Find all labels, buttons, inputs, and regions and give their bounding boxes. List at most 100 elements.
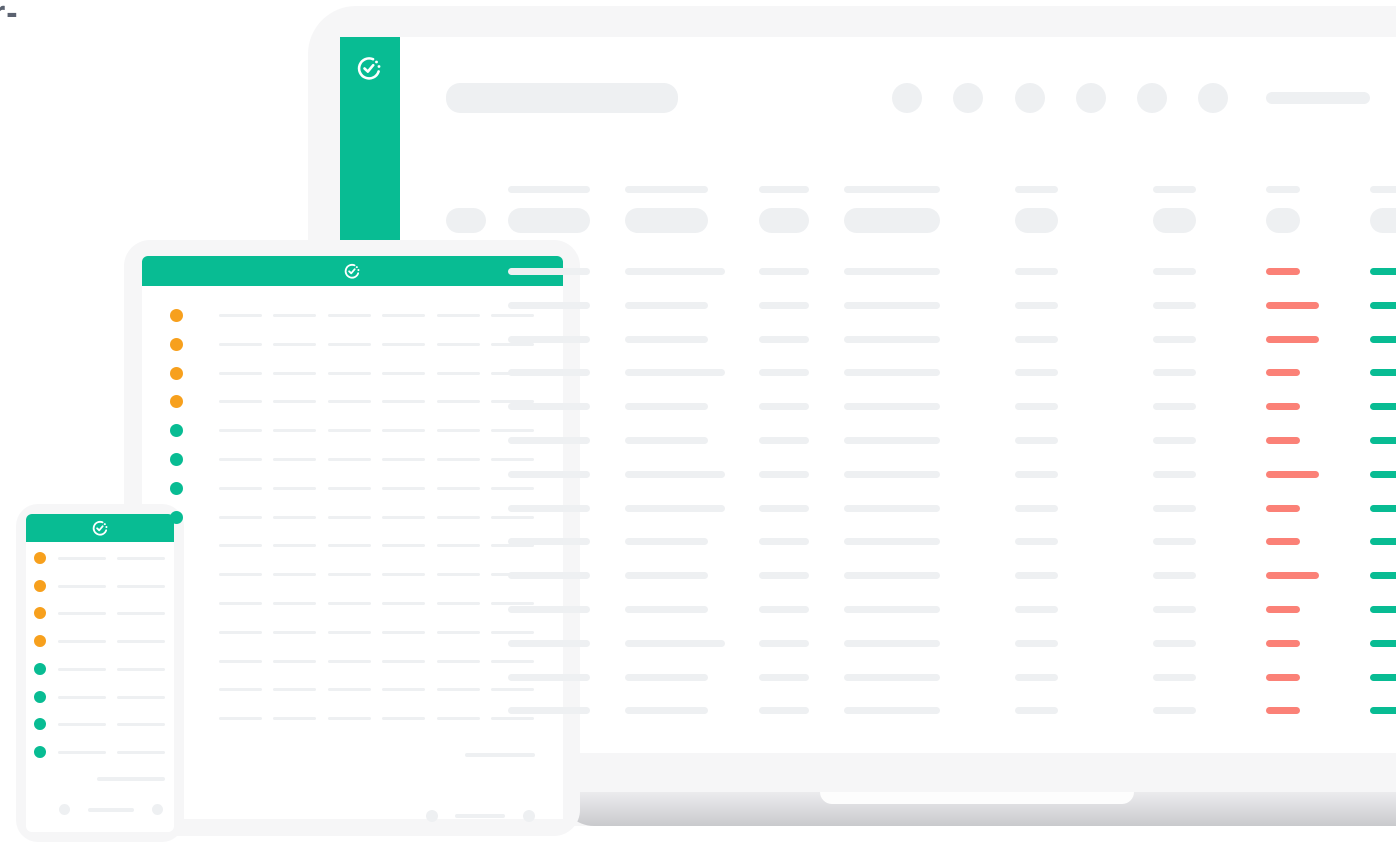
column-filter-chip[interactable] [508, 208, 590, 233]
table-cell-placeholder [625, 538, 708, 546]
column-filter-chip[interactable] [759, 208, 809, 233]
list-cell-placeholder [117, 667, 165, 671]
column-filter-chip[interactable] [844, 208, 940, 233]
list-cell-placeholder [328, 630, 371, 634]
table-cell-placeholder [1015, 301, 1058, 309]
status-indicator-red [1266, 572, 1319, 580]
column-header-label [1266, 186, 1300, 193]
status-dot [170, 309, 183, 322]
column-header-label [1370, 186, 1396, 193]
table-cell-placeholder [1015, 504, 1058, 512]
list-cell-placeholder [328, 342, 371, 346]
laptop-notch [820, 792, 1134, 804]
table-cell-placeholder [1153, 369, 1196, 377]
list-cell-placeholder [382, 630, 425, 634]
list-cell-placeholder [328, 400, 371, 404]
search-bar-placeholder[interactable] [446, 83, 678, 113]
table-cell-placeholder [759, 470, 809, 478]
table-cell-placeholder [625, 673, 708, 681]
clock-check-icon[interactable] [355, 54, 383, 82]
table-cell-placeholder [1153, 504, 1196, 512]
list-cell-placeholder [437, 573, 480, 577]
list-cell-placeholder [437, 659, 480, 663]
table-cell-placeholder [1015, 572, 1058, 580]
list-cell-placeholder [491, 717, 534, 721]
list-cell-placeholder [328, 544, 371, 548]
avatar-placeholder[interactable] [1198, 83, 1228, 113]
status-indicator-green [1370, 707, 1396, 715]
list-cell-placeholder [382, 602, 425, 605]
list-cell-placeholder [382, 688, 425, 692]
table-cell-placeholder [844, 437, 940, 444]
table-cell-placeholder [625, 335, 708, 343]
list-cell-placeholder [437, 717, 480, 721]
list-cell-placeholder [491, 314, 534, 317]
list-cell-placeholder [382, 429, 425, 433]
list-cell-placeholder [328, 717, 371, 721]
avatar-placeholder[interactable] [953, 83, 983, 113]
list-cell-placeholder [219, 515, 262, 519]
status-indicator-red [1266, 470, 1319, 478]
pagination-dot[interactable] [59, 804, 70, 815]
list-cell-placeholder [219, 342, 262, 346]
list-cell-placeholder [328, 688, 371, 692]
status-indicator-green [1370, 403, 1396, 411]
avatar-placeholder[interactable] [892, 83, 922, 113]
status-dot [170, 481, 183, 495]
status-indicator-green [1370, 639, 1396, 647]
list-cell-placeholder [273, 717, 316, 721]
list-cell-placeholder [273, 314, 316, 317]
table-cell-placeholder [1153, 707, 1196, 715]
list-cell-placeholder [437, 544, 480, 548]
column-filter-chip[interactable] [1370, 208, 1396, 233]
table-cell-placeholder [508, 403, 590, 411]
pagination-dot[interactable] [152, 804, 163, 815]
table-cell-placeholder [844, 369, 940, 377]
list-cell-placeholder [491, 429, 534, 433]
list-cell-placeholder [437, 688, 480, 692]
status-indicator-red [1266, 639, 1300, 647]
column-filter-chip[interactable] [625, 208, 708, 233]
clock-check-icon[interactable] [91, 519, 109, 537]
avatar-placeholder[interactable] [1137, 83, 1167, 113]
list-cell-placeholder [382, 486, 425, 490]
status-dot [34, 745, 46, 758]
table-cell-placeholder [625, 268, 725, 275]
list-cell-placeholder [273, 458, 316, 461]
list-cell-placeholder [273, 400, 316, 404]
pagination-dot[interactable] [426, 810, 438, 822]
list-cell-placeholder [273, 573, 316, 577]
table-cell-placeholder [1153, 673, 1196, 681]
column-filter-chip[interactable] [446, 208, 486, 233]
list-cell-placeholder [382, 371, 425, 375]
table-cell-placeholder [1015, 437, 1058, 444]
list-cell-placeholder [219, 400, 262, 404]
column-filter-chip[interactable] [1153, 208, 1196, 233]
tablet-screen [142, 256, 563, 819]
table-cell-placeholder [759, 639, 809, 647]
table-cell-placeholder [844, 403, 940, 411]
column-header-label [625, 186, 708, 193]
footer-text-placeholder [97, 777, 165, 781]
list-cell-placeholder [437, 400, 480, 404]
table-cell-placeholder [1015, 403, 1058, 411]
table-cell-placeholder [1015, 335, 1058, 343]
table-cell-placeholder [1153, 538, 1196, 546]
list-cell-placeholder [328, 314, 371, 317]
list-cell-placeholder [491, 688, 534, 692]
table-cell-placeholder [844, 301, 940, 309]
table-cell-placeholder [759, 437, 809, 444]
column-filter-chip[interactable] [1015, 208, 1058, 233]
status-indicator-green [1370, 470, 1396, 478]
clock-check-icon[interactable] [343, 262, 361, 280]
table-cell-placeholder [759, 335, 809, 343]
list-cell-placeholder [382, 342, 425, 346]
list-cell-placeholder [58, 695, 106, 699]
column-filter-chip[interactable] [1266, 208, 1300, 233]
status-dot [34, 635, 46, 648]
avatar-placeholder[interactable] [1015, 83, 1045, 113]
table-cell-placeholder [844, 504, 940, 512]
pagination-dot[interactable] [523, 810, 535, 822]
corner-text-fragment: r- [0, 0, 19, 32]
avatar-placeholder[interactable] [1076, 83, 1106, 113]
